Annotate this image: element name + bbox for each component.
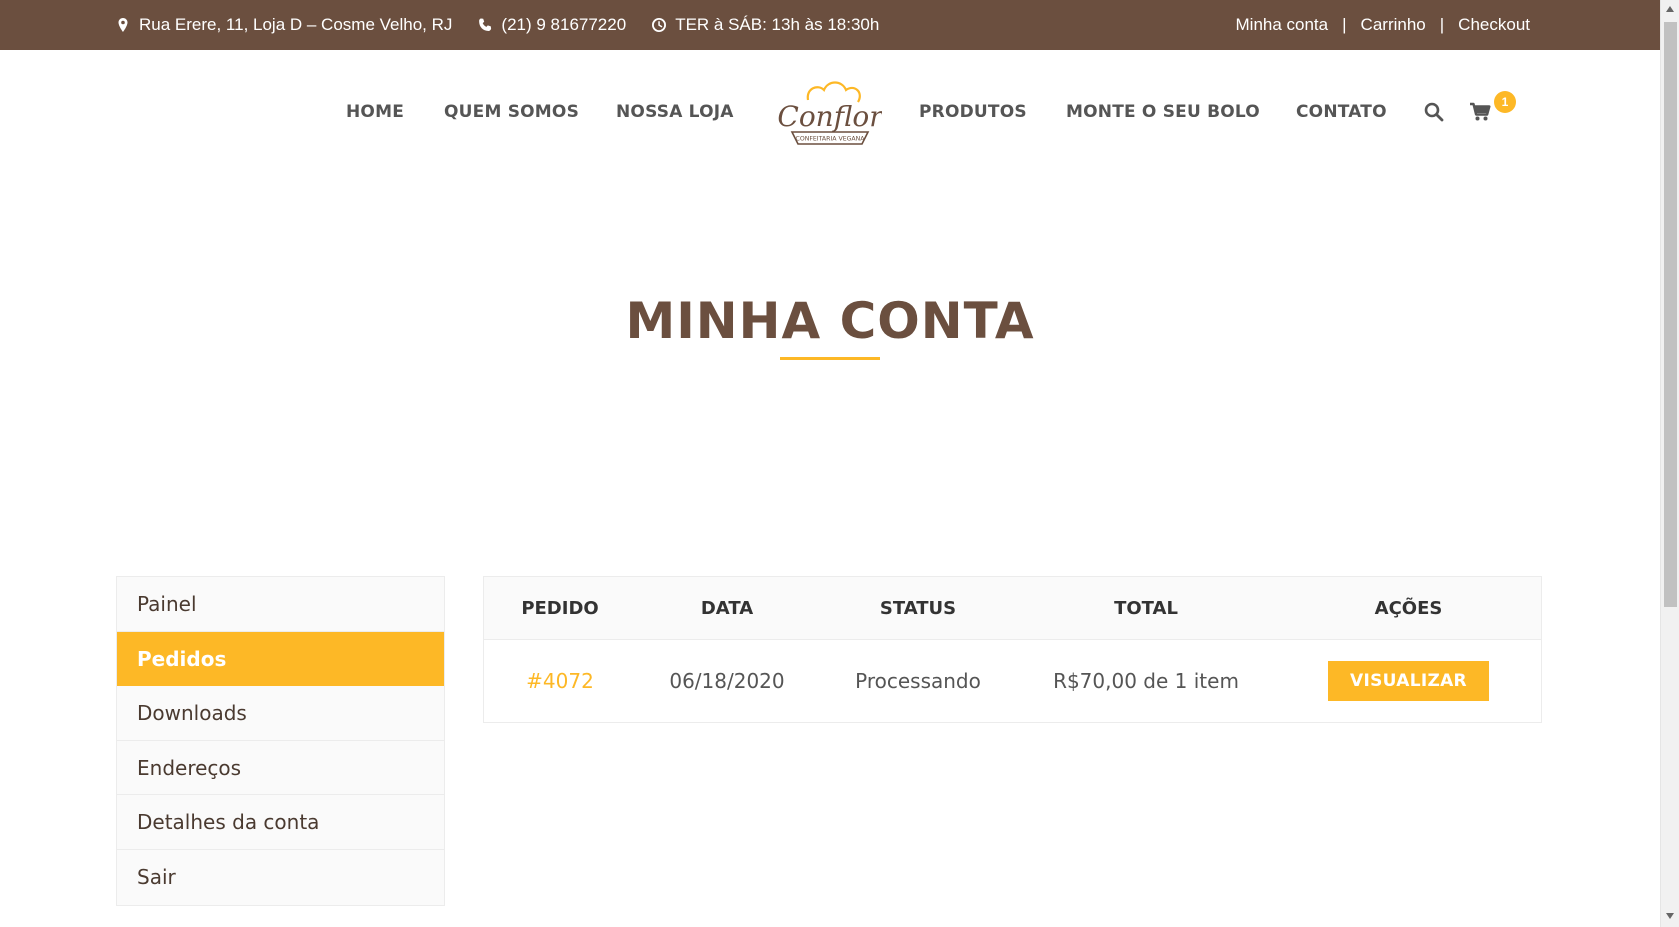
- clock-icon: [652, 18, 667, 32]
- view-order-button[interactable]: VISUALIZAR: [1328, 661, 1489, 701]
- address-info: Rua Erere, 11, Loja D – Cosme Velho, RJ: [116, 15, 452, 35]
- column-header-status: STATUS: [879, 598, 957, 619]
- logo-subtext: CONFEITARIA VEGANA: [796, 136, 866, 143]
- account-links: Minha conta | Carrinho | Checkout: [1236, 0, 1531, 50]
- column-header-acoes: AÇÕES: [1374, 598, 1443, 619]
- page-scrollbar[interactable]: [1660, 0, 1679, 927]
- cart-icon[interactable]: [1469, 102, 1491, 124]
- link-separator: |: [1439, 15, 1445, 34]
- logo-text: Conflor: [778, 100, 882, 133]
- search-icon[interactable]: [1424, 102, 1446, 124]
- link-separator: |: [1342, 15, 1347, 34]
- nav-item-nossa-loja[interactable]: NOSSA LOJA: [616, 102, 734, 122]
- phone-info: (21) 9 81677220: [478, 15, 626, 35]
- order-date: 06/18/2020: [669, 669, 785, 693]
- nav-item-quem-somos[interactable]: QUEM SOMOS: [444, 102, 579, 122]
- sidebar-item-downloads[interactable]: Downloads: [117, 686, 444, 741]
- column-header-pedido: PEDIDO: [521, 598, 599, 619]
- phone-text: (21) 9 81677220: [501, 15, 627, 34]
- map-marker-icon: [118, 18, 128, 32]
- checkout-link[interactable]: Checkout: [1458, 15, 1530, 35]
- site-logo[interactable]: Conflor CONFEITARIA VEGANA: [777, 76, 884, 152]
- cart-link[interactable]: Carrinho: [1361, 15, 1426, 35]
- title-underline: [780, 357, 880, 360]
- order-status: Processando: [855, 669, 981, 693]
- sidebar-item-painel[interactable]: Painel: [117, 577, 444, 632]
- column-header-data: DATA: [700, 598, 754, 619]
- table-row: #4072 06/18/2020 Processando R$70,00 de …: [484, 640, 1541, 722]
- order-number-link[interactable]: #4072: [526, 669, 594, 693]
- order-total: R$70,00 de 1 item: [1053, 669, 1239, 693]
- top-info-bar: Rua Erere, 11, Loja D – Cosme Velho, RJ …: [0, 0, 1660, 50]
- hours-text: TER à SÁB: 13h às 18:30h: [675, 15, 880, 34]
- orders-table: PEDIDO DATA STATUS TOTAL AÇÕES #4072 06/…: [483, 576, 1542, 723]
- store-info: Rua Erere, 11, Loja D – Cosme Velho, RJ …: [116, 0, 879, 50]
- scroll-down-arrow-icon[interactable]: [1666, 913, 1674, 919]
- cart-count-badge: 1: [1494, 91, 1516, 113]
- order-number-cell: #4072: [484, 640, 636, 722]
- sidebar-item-sair[interactable]: Sair: [117, 850, 444, 905]
- address-text: Rua Erere, 11, Loja D – Cosme Velho, RJ: [139, 15, 453, 34]
- nav-item-produtos[interactable]: PRODUTOS: [919, 102, 1027, 122]
- scroll-up-arrow-icon[interactable]: [1666, 6, 1674, 12]
- column-header-total: TOTAL: [1114, 598, 1178, 619]
- main-nav: HOME QUEM SOMOS NOSSA LOJA Conflor CONFE…: [0, 50, 1660, 176]
- hours-info: TER à SÁB: 13h às 18:30h: [652, 15, 879, 35]
- sidebar-item-detalhes-da-conta[interactable]: Detalhes da conta: [117, 795, 444, 850]
- my-account-link[interactable]: Minha conta: [1236, 15, 1329, 35]
- nav-item-home[interactable]: HOME: [346, 102, 404, 122]
- sidebar-item-enderecos[interactable]: Endereços: [117, 741, 444, 796]
- account-sidebar: Painel Pedidos Downloads Endereços Detal…: [116, 576, 445, 906]
- nav-item-monte-o-seu-bolo[interactable]: MONTE O SEU BOLO: [1066, 102, 1260, 122]
- phone-icon: [479, 18, 492, 31]
- logo-graphic: Conflor CONFEITARIA VEGANA: [777, 81, 884, 145]
- page-title: MINHA CONTA: [625, 292, 1035, 350]
- sidebar-item-pedidos[interactable]: Pedidos: [117, 631, 444, 687]
- orders-table-header: PEDIDO DATA STATUS TOTAL AÇÕES: [484, 577, 1541, 640]
- nav-item-contato[interactable]: CONTATO: [1296, 102, 1387, 122]
- scrollbar-thumb[interactable]: [1664, 22, 1677, 607]
